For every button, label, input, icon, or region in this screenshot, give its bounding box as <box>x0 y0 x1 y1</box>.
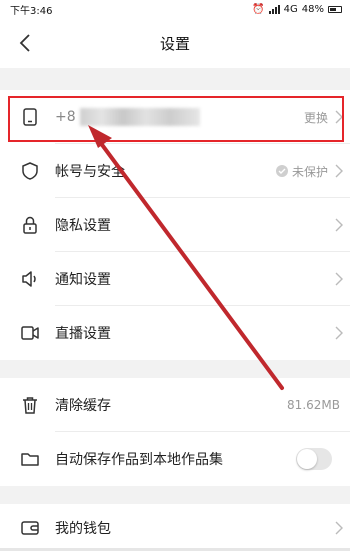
my-wallet-row[interactable]: 我的钱包 <box>0 504 350 551</box>
phone-number: +8 <box>55 108 200 126</box>
notification-settings-row[interactable]: 通知设置 <box>0 252 350 306</box>
network-label: 4G <box>283 3 298 15</box>
privacy-settings-label: 隐私设置 <box>55 218 111 234</box>
chevron-right-icon <box>335 326 343 340</box>
auto-save-label: 自动保存作品到本地作品集 <box>55 452 223 468</box>
wallet-icon <box>20 518 40 538</box>
account-security-label: 帐号与安全 <box>55 164 125 180</box>
status-time: 下午3:46 <box>10 5 53 17</box>
change-phone-label: 更换 <box>303 110 328 125</box>
battery-icon <box>328 5 342 13</box>
chevron-right-icon <box>335 218 343 232</box>
clear-cache-label: 清除缓存 <box>55 398 111 414</box>
check-icon <box>275 165 288 177</box>
security-status: 未保护 <box>275 163 328 180</box>
phone-icon <box>20 107 40 127</box>
privacy-settings-row[interactable]: 隐私设置 <box>0 198 350 252</box>
back-icon <box>19 34 30 52</box>
shield-icon <box>20 161 40 181</box>
trash-icon <box>20 395 40 415</box>
section-gap <box>0 68 350 90</box>
clear-cache-row[interactable]: 清除缓存 81.62MB <box>0 378 350 432</box>
back-button[interactable] <box>14 32 36 54</box>
my-wallet-label: 我的钱包 <box>55 520 111 537</box>
folder-icon <box>20 449 40 469</box>
alarm-icon: ⏰ <box>252 3 265 15</box>
section-gap <box>0 486 350 504</box>
chevron-right-icon <box>335 272 343 286</box>
navigation-bar: 设置 <box>0 18 350 68</box>
chevron-right-icon <box>335 521 343 534</box>
auto-save-row: 自动保存作品到本地作品集 <box>0 432 350 486</box>
security-status-text: 未保护 <box>291 164 328 179</box>
chevron-right-icon <box>335 164 343 178</box>
status-indicators: ⏰ 4G 48% <box>252 4 342 15</box>
cache-size: 81.62MB <box>287 398 340 412</box>
live-settings-row[interactable]: 直播设置 <box>0 306 350 360</box>
lock-icon <box>20 215 40 235</box>
chevron-right-icon <box>335 110 343 124</box>
status-bar: 下午3:46 ⏰ 4G 48% <box>0 0 350 18</box>
speaker-icon <box>20 269 40 289</box>
account-security-row[interactable]: 帐号与安全 未保护 <box>0 144 350 198</box>
masked-phone-digits <box>79 108 200 126</box>
live-settings-label: 直播设置 <box>55 326 111 342</box>
section-gap <box>0 360 350 378</box>
page-title: 设置 <box>159 34 190 53</box>
phone-prefix: +8 <box>55 109 76 125</box>
video-icon <box>20 323 40 343</box>
signal-icon <box>268 4 280 14</box>
toggle-knob <box>297 449 317 469</box>
account-phone-row[interactable]: +8 更换 <box>0 90 350 144</box>
battery-percent: 48% <box>301 3 324 15</box>
auto-save-toggle[interactable] <box>296 448 332 470</box>
notification-settings-label: 通知设置 <box>55 272 111 288</box>
